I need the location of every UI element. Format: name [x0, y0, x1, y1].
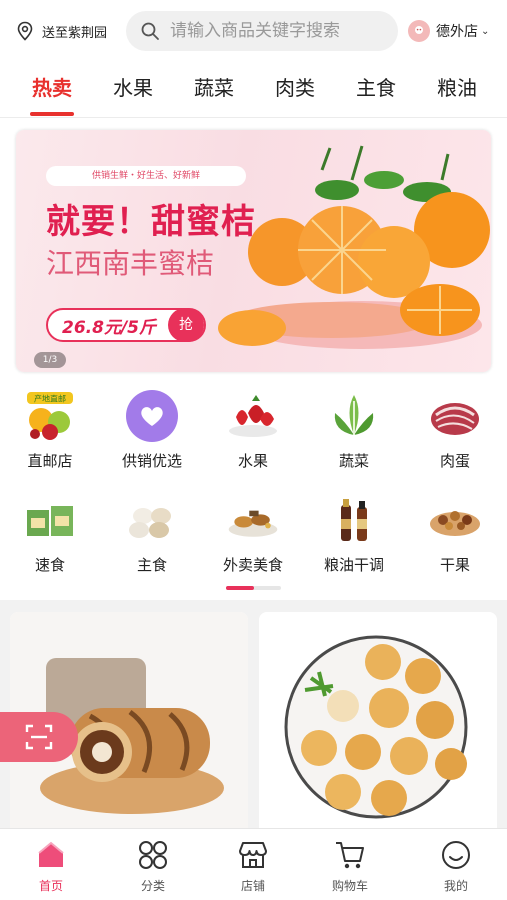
category-grain-oil-seasoning[interactable]: 粮油干调	[314, 494, 394, 575]
category-tabs: 热卖 水果 蔬菜 肉类 主食 粮油	[0, 62, 507, 118]
takeout-food-icon	[225, 494, 281, 546]
category-staple[interactable]: 主食	[112, 494, 192, 575]
tab-fruit[interactable]: 水果	[113, 72, 153, 101]
tab-hot[interactable]: 热卖	[32, 72, 72, 101]
oil-sauce-icon	[326, 494, 382, 546]
category-grid-icon	[139, 841, 167, 869]
dried-fruit-icon	[427, 494, 483, 546]
category-takeout[interactable]: 外卖美食	[213, 494, 293, 575]
category-direct-mail[interactable]: 产地直邮 直邮店	[10, 390, 90, 471]
origin-direct-icon: 产地直邮	[22, 390, 78, 442]
category-grid: 产地直邮 直邮店 供销优选 水果 蔬菜 肉蛋 速食 主食 外卖美食 粮油干调 干…	[0, 380, 507, 600]
nav-label: 购物车	[331, 879, 368, 893]
promo-banner[interactable]: 供销生鲜・好生活、好新鲜 就要！甜蜜桔 江西南丰蜜桔 26.8元/5斤 抢 1/…	[16, 130, 491, 372]
location-pin-icon	[17, 21, 33, 41]
product-card[interactable]	[259, 612, 497, 842]
search-icon	[141, 22, 159, 40]
tab-staple[interactable]: 主食	[356, 72, 396, 101]
tab-meat[interactable]: 肉类	[275, 72, 315, 101]
nav-category[interactable]: 分类	[113, 839, 193, 894]
category-label: 速食	[34, 556, 65, 574]
meat-icon	[427, 390, 483, 442]
instant-food-icon	[22, 494, 78, 546]
banner-pager: 1/3	[34, 352, 66, 368]
category-instant-food[interactable]: 速食	[10, 494, 90, 575]
category-scroll-indicator	[226, 586, 281, 590]
category-fruit[interactable]: 水果	[213, 390, 293, 471]
nav-label: 分类	[140, 879, 165, 893]
product-feed	[0, 600, 507, 842]
category-scroll-thumb	[226, 586, 254, 590]
active-tab-indicator	[30, 112, 74, 116]
scan-button[interactable]	[0, 712, 78, 762]
vegetable-icon	[326, 390, 382, 442]
nav-shop[interactable]: 店铺	[213, 839, 293, 894]
heart-icon	[124, 390, 180, 442]
category-label: 干果	[439, 556, 470, 574]
buns-icon	[124, 494, 180, 546]
delivery-location-label: 送至紫荆园	[42, 25, 108, 41]
bottom-navigation: 首页 分类 店铺 购物车 我的	[0, 828, 507, 900]
store-avatar-icon	[408, 20, 430, 42]
home-icon	[38, 841, 64, 867]
store-selector[interactable]: 德外店 ⌄	[408, 20, 489, 42]
shop-icon	[239, 842, 267, 868]
banner-section: 供销生鲜・好生活、好新鲜 就要！甜蜜桔 江西南丰蜜桔 26.8元/5斤 抢 1/…	[0, 118, 507, 380]
tab-vegetable[interactable]: 蔬菜	[194, 72, 234, 101]
category-label: 蔬菜	[338, 452, 369, 470]
category-label: 粮油干调	[323, 556, 384, 574]
delivery-location[interactable]: 送至紫荆园	[16, 21, 120, 41]
nav-label: 店铺	[240, 879, 265, 893]
chevron-down-icon: ⌄	[481, 25, 490, 37]
tangerine-image	[218, 145, 490, 349]
grab-button[interactable]: 抢	[168, 308, 204, 342]
nav-home[interactable]: 首页	[11, 839, 91, 894]
origin-direct-badge: 产地直邮	[34, 394, 66, 404]
banner-subheadline: 江西南丰蜜桔	[46, 247, 215, 280]
smiley-profile-icon	[442, 841, 470, 869]
category-vegetable[interactable]: 蔬菜	[314, 390, 394, 471]
store-name: 德外店	[436, 24, 478, 40]
category-label: 肉蛋	[439, 452, 470, 470]
banner-price-tag[interactable]: 26.8元/5斤 抢	[46, 308, 206, 342]
category-label: 水果	[237, 452, 268, 470]
category-label: 直邮店	[27, 452, 73, 470]
nav-profile[interactable]: 我的	[416, 839, 496, 894]
search-input[interactable]	[170, 21, 380, 41]
category-label: 主食	[136, 556, 167, 574]
banner-price: 26.8元/5斤	[62, 317, 156, 338]
category-dried-fruit[interactable]: 干果	[415, 494, 495, 575]
search-bar[interactable]	[126, 11, 398, 51]
category-meat-egg[interactable]: 肉蛋	[415, 390, 495, 471]
nav-label: 我的	[443, 879, 468, 893]
scan-icon	[25, 724, 53, 750]
strawberry-icon	[225, 390, 281, 442]
cart-icon	[336, 842, 364, 869]
top-header: 送至紫荆园 德外店 ⌄	[0, 0, 507, 62]
category-label: 外卖美食	[222, 556, 283, 574]
category-label: 供销优选	[121, 452, 182, 470]
nav-cart[interactable]: 购物车	[310, 839, 390, 894]
tab-grain-oil[interactable]: 粮油	[437, 72, 477, 101]
category-coop-picks[interactable]: 供销优选	[112, 390, 192, 471]
nav-label: 首页	[38, 879, 63, 893]
cream-puff-plate-image	[259, 612, 497, 842]
